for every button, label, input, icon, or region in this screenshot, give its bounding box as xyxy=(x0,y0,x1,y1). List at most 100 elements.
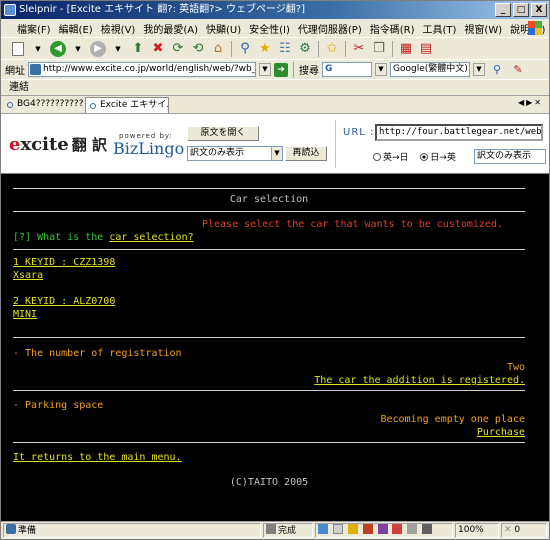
car-1-name-link[interactable]: Xsara xyxy=(13,270,43,281)
help-link[interactable]: car selection? xyxy=(109,232,193,243)
search-engine-dropdown-icon[interactable]: ▼ xyxy=(473,63,485,76)
back-icon[interactable]: ◀ xyxy=(49,40,67,58)
page-icon xyxy=(30,64,41,75)
menu-favorites[interactable]: 我的最愛(A) xyxy=(139,21,202,36)
menu-security[interactable]: 安全性(I) xyxy=(245,21,294,36)
home-icon[interactable]: ⌂ xyxy=(209,40,227,58)
history-icon[interactable]: ☷ xyxy=(276,40,294,58)
registration-label: - The number of registration xyxy=(13,348,182,359)
reload-button[interactable]: 再読込 xyxy=(285,146,327,161)
search-icon[interactable]: ⚲ xyxy=(236,40,254,58)
links-bar: 連結 xyxy=(1,79,549,95)
window-title: Sleipnir - [Excite エキサイト 翻?: 英語翻?> ウェブペー… xyxy=(19,4,305,15)
menu-display[interactable]: 快顯(U) xyxy=(202,21,245,36)
forward-dropdown-icon[interactable]: ▼ xyxy=(109,40,127,58)
chevron-down-icon: ▼ xyxy=(271,147,282,160)
zoom-level[interactable]: 100% xyxy=(455,523,499,538)
menu-proxy[interactable]: 代理伺服器(P) xyxy=(294,21,366,36)
search-go-icon[interactable]: ⚲ xyxy=(488,61,506,79)
blocked-count[interactable]: ✕ 0 xyxy=(501,523,547,538)
menu-tools[interactable]: 工具(T) xyxy=(419,21,461,36)
refresh-icon[interactable]: ⟳ xyxy=(169,40,187,58)
maximize-button[interactable]: □ xyxy=(513,3,529,17)
copyright-text: (C)TAITO 2005 xyxy=(229,477,309,488)
menu-edit[interactable]: 編輯(E) xyxy=(55,21,97,36)
sleipnir-app-icon xyxy=(4,4,16,16)
car-1-keyid-link[interactable]: 1 KEYID : CZZ1398 xyxy=(13,257,115,268)
purchase-link[interactable]: Purchase xyxy=(477,427,525,438)
open-original-button[interactable]: 原文を開く xyxy=(187,126,259,141)
cut-icon[interactable]: ✂ xyxy=(350,40,368,58)
windows-flag-icon xyxy=(527,20,543,36)
activex-icon[interactable] xyxy=(377,524,388,534)
page-status-icon xyxy=(6,524,16,534)
new-page-icon[interactable] xyxy=(9,40,27,58)
radio-en-ja[interactable] xyxy=(373,153,381,161)
return-main-menu-link[interactable]: It returns to the main menu. xyxy=(13,452,182,463)
java-icon[interactable] xyxy=(362,524,373,534)
registration-value: Two xyxy=(506,362,525,373)
popup-block-icon[interactable] xyxy=(332,524,343,534)
radio-ja-en[interactable] xyxy=(420,153,429,161)
menu-file[interactable]: 檔案(F) xyxy=(13,21,55,36)
search-engine-select[interactable]: Google(繁體中文) xyxy=(390,62,470,77)
tab-bg4[interactable]: BG4?????????? xyxy=(3,97,83,113)
cascade-windows-icon[interactable]: ▤ xyxy=(417,40,435,58)
page-heading: Car selection xyxy=(229,194,309,205)
new-page-dropdown-icon[interactable]: ▼ xyxy=(29,40,47,58)
parking-value: Becoming empty one place xyxy=(380,414,526,425)
address-dropdown-icon[interactable]: ▼ xyxy=(259,63,271,76)
favorites-star-icon[interactable]: ★ xyxy=(256,40,274,58)
view-mode-select[interactable]: 訳文のみ表示 ▼ xyxy=(187,146,283,161)
search-history-dropdown-icon[interactable]: ▼ xyxy=(375,63,387,76)
car-2-name-link[interactable]: MINI xyxy=(13,309,37,320)
highlight-icon[interactable]: ✎ xyxy=(509,61,527,79)
back-dropdown-icon[interactable]: ▼ xyxy=(69,40,87,58)
up-icon[interactable]: ⬆ xyxy=(129,40,147,58)
script-icon[interactable] xyxy=(347,524,358,534)
add-favorite-icon[interactable]: ✩ xyxy=(323,40,341,58)
links-label[interactable]: 連結 xyxy=(9,82,29,93)
security-icon[interactable] xyxy=(318,524,328,534)
status-icons xyxy=(315,523,453,538)
browser-window: Sleipnir - [Excite エキサイト 翻?: 英語翻?> ウェブペー… xyxy=(0,0,550,540)
forward-icon[interactable]: ▶ xyxy=(89,40,107,58)
instruction-text: Please select the car that wants to be c… xyxy=(201,219,503,230)
menu-script[interactable]: 指令碼(R) xyxy=(366,21,419,36)
tab-navigation-icons[interactable]: ◀▶✕ xyxy=(518,98,543,107)
url-label: URL : xyxy=(343,127,375,138)
excite-logo: excite 翻 訳 xyxy=(9,134,107,155)
tab-excite[interactable]: Excite エキサイ... xyxy=(85,97,169,113)
stop-icon[interactable]: ✖ xyxy=(149,40,167,58)
status-text: 準備 xyxy=(3,523,261,538)
status-bar: 準備 完成 100% ✕ 0 xyxy=(1,521,549,539)
copy-icon[interactable]: ❐ xyxy=(370,40,388,58)
settings-icon[interactable]: ⚙ xyxy=(296,40,314,58)
registration-link[interactable]: The car the addition is registered. xyxy=(314,375,525,386)
search-label: 搜尋 xyxy=(299,66,319,77)
search-input[interactable]: G xyxy=(322,62,372,77)
excite-translation-header: excite 翻 訳 powered by: BizLingo 原文を開く 訳文の… xyxy=(1,113,549,173)
address-input[interactable]: http://www.excite.co.jp/world/english/we… xyxy=(28,62,256,77)
menu-bar: 檔案(F) 編輯(E) 檢視(V) 我的最愛(A) 快顯(U) 安全性(I) 代… xyxy=(1,19,549,37)
view-mode-select-2[interactable]: 訳文のみ表示 xyxy=(474,149,546,164)
car-2-keyid-link[interactable]: 2 KEYID : ALZ0700 xyxy=(13,296,115,307)
menu-view[interactable]: 檢視(V) xyxy=(97,21,140,36)
direction-radios: 英→日 日→英 xyxy=(373,150,456,163)
help-line: [?] What is the car selection? xyxy=(13,232,194,243)
image-icon[interactable] xyxy=(392,524,403,534)
tile-windows-icon[interactable]: ▦ xyxy=(397,40,415,58)
refresh-all-icon[interactable]: ⟲ xyxy=(189,40,207,58)
url-input[interactable]: http://four.battlegear.net/web/ xyxy=(375,124,543,141)
parking-label: - Parking space xyxy=(13,400,104,411)
title-bar: Sleipnir - [Excite エキサイト 翻?: 英語翻?> ウェブペー… xyxy=(1,1,549,19)
minimize-button[interactable]: _ xyxy=(495,3,511,17)
menu-window[interactable]: 視窗(W) xyxy=(460,21,506,36)
bizlingo-logo: BizLingo xyxy=(113,139,185,158)
go-icon[interactable]: ➔ xyxy=(274,62,288,77)
address-bar: 網址 http://www.excite.co.jp/world/english… xyxy=(1,59,549,79)
game-page: Car selection Please select the car that… xyxy=(1,173,549,521)
video-icon[interactable] xyxy=(422,524,433,534)
close-button[interactable]: X xyxy=(531,3,547,17)
sound-icon[interactable] xyxy=(407,524,418,534)
